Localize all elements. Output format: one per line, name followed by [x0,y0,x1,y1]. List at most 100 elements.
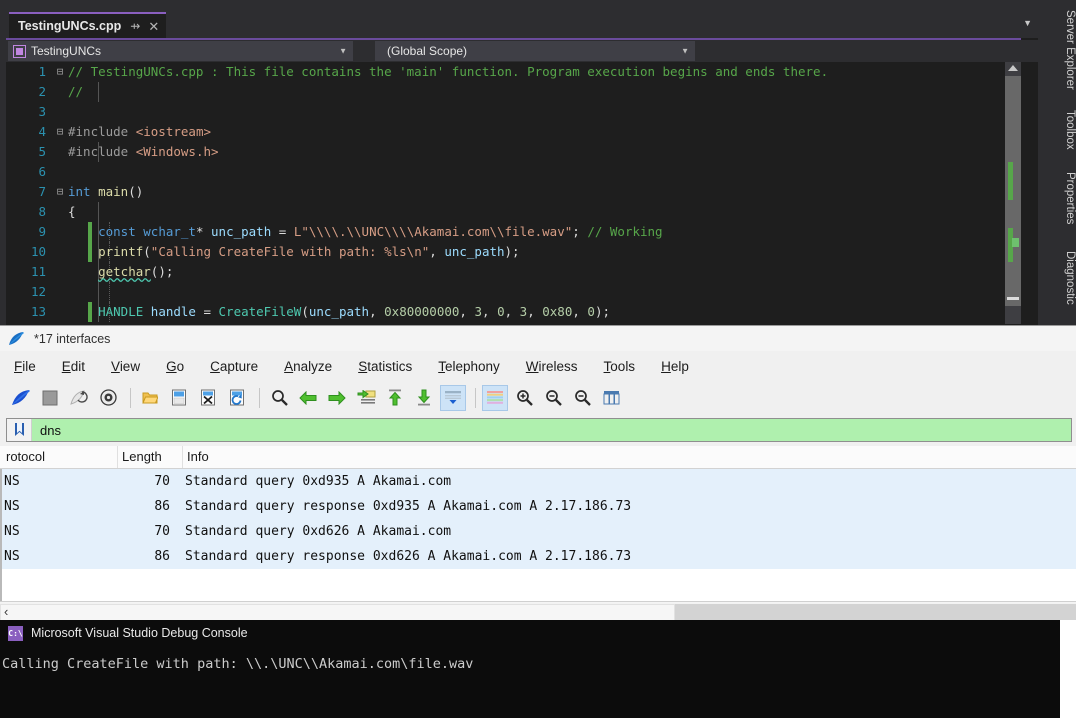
code-line: 4 ⊟#include <iostream> [6,122,1021,142]
vs-navigation-bar: TestingUNCs ▼ (Global Scope) ▼ [6,40,1076,62]
display-filter-input[interactable]: dns [6,418,1072,442]
cell-info: Standard query response 0xd626 A Akamai.… [185,544,631,569]
capture-options-icon[interactable] [95,385,121,411]
open-file-icon[interactable] [137,385,163,411]
vs-tab-bar: TestingUNCs.cpp ⇸ ✕ ▼ [6,12,1076,38]
scrollbar-thumb[interactable] [1005,76,1021,306]
scrollbar-track[interactable] [0,603,1076,620]
debug-console-window: C:\ Microsoft Visual Studio Debug Consol… [0,620,1076,718]
visual-studio-window: TestingUNCs.cpp ⇸ ✕ ▼ TestingUNCs ▼ (Glo… [0,0,1076,330]
tool-tab-diagnostic[interactable]: Diagnostic [1038,245,1076,305]
menu-wireless[interactable]: Wireless [526,359,578,374]
cell-length: 70 [120,519,170,544]
close-file-icon[interactable] [195,385,221,411]
restart-capture-icon[interactable] [66,385,92,411]
menu-capture[interactable]: Capture [210,359,258,374]
scroll-up-arrow-icon[interactable] [1008,65,1018,71]
menu-help[interactable]: Help [661,359,689,374]
code-line: 5#include <Windows.h> [6,142,1021,162]
tool-tab-toolbox[interactable]: Toolbox [1038,104,1076,150]
menu-telephony[interactable]: Telephony [438,359,500,374]
zoom-reset-icon[interactable] [569,385,595,411]
fold-guide-line [98,282,99,302]
line-number: 8 [6,202,46,222]
pin-icon[interactable]: ⇸ [130,20,140,32]
reload-file-icon[interactable] [224,385,250,411]
code-line: 8{ [6,202,1021,222]
wireshark-title-bar: *17 interfaces [0,326,1076,351]
resize-columns-icon[interactable] [598,385,624,411]
column-header-info[interactable]: Info [183,446,1074,468]
line-number: 12 [6,282,46,302]
cell-protocol: NS [4,494,20,519]
tool-window-tab-strip: Server Explorer Toolbox Properties Diagn… [1038,0,1076,330]
save-file-icon[interactable] [166,385,192,411]
toolbar-separator [475,388,476,408]
zoom-out-icon[interactable] [540,385,566,411]
line-number: 3 [6,102,46,122]
go-first-packet-icon[interactable] [382,385,408,411]
cell-length: 86 [120,494,170,519]
scrollbar-thumb[interactable] [0,604,675,621]
stop-capture-icon[interactable] [37,385,63,411]
code-text: #include <iostream> [68,122,211,142]
bookmark-icon[interactable] [7,419,32,441]
console-title-bar: C:\ Microsoft Visual Studio Debug Consol… [0,620,1076,646]
menu-tools[interactable]: Tools [604,359,636,374]
console-line: Calling CreateFile with path: \\.\UNC\\A… [2,654,1076,674]
auto-scroll-icon[interactable] [440,385,466,411]
menu-statistics[interactable]: Statistics [358,359,412,374]
editor-tab-testinguncs-cpp[interactable]: TestingUNCs.cpp ⇸ ✕ [9,12,166,38]
code-editor[interactable]: 1⊟// TestingUNCs.cpp : This file contain… [6,62,1021,324]
packet-list-horizontal-scrollbar[interactable]: ‹ [0,601,1076,622]
close-icon[interactable]: ✕ [148,20,159,33]
table-row[interactable]: NS70Standard query 0xd626 A Akamai.com [2,519,1076,544]
console-output[interactable]: Calling CreateFile with path: \\.\UNC\\A… [0,646,1076,718]
fold-toggle-icon[interactable]: ⊟ [54,182,66,202]
code-text: printf("Calling CreateFile with path: %l… [68,242,520,262]
line-number: 2 [6,82,46,102]
code-text: { [68,202,76,222]
column-header-protocol[interactable]: rotocol [2,446,118,468]
table-row[interactable]: NS86Standard query response 0xd935 A Aka… [2,494,1076,519]
line-number: 4 [6,122,46,142]
editor-vertical-scrollbar[interactable] [1005,62,1021,324]
code-text: getchar(); [68,262,173,282]
menu-go[interactable]: Go [166,359,184,374]
table-row[interactable]: NS70Standard query 0xd935 A Akamai.com [2,469,1076,494]
packet-list[interactable]: rotocol Length Info NS70Standard query 0… [0,446,1076,601]
chevron-down-icon[interactable]: ▼ [1023,18,1032,28]
cell-length: 70 [120,469,170,494]
go-back-icon[interactable] [295,385,321,411]
wireshark-toolbar [0,381,1076,414]
fold-toggle-icon[interactable]: ⊟ [54,62,66,82]
colorize-icon[interactable] [482,385,508,411]
zoom-in-icon[interactable] [511,385,537,411]
display-filter-bar: dns [0,414,1076,446]
menu-edit[interactable]: Edit [62,359,85,374]
menu-view[interactable]: View [111,359,140,374]
chevron-down-icon[interactable]: ▼ [681,47,689,56]
toolbar-separator [259,388,260,408]
menu-file[interactable]: File [14,359,36,374]
code-lines-container: 1⊟// TestingUNCs.cpp : This file contain… [6,62,1021,322]
chevron-down-icon[interactable]: ▼ [339,47,347,56]
go-last-packet-icon[interactable] [411,385,437,411]
project-dropdown[interactable]: TestingUNCs ▼ [8,41,353,61]
scope-dropdown[interactable]: (Global Scope) ▼ [375,41,695,61]
scroll-left-arrow-icon[interactable]: ‹ [4,602,8,621]
menu-analyze[interactable]: Analyze [284,359,332,374]
code-line: 11 getchar(); [6,262,1021,282]
go-forward-icon[interactable] [324,385,350,411]
go-to-packet-icon[interactable] [353,385,379,411]
scrollbar-track-right[interactable] [675,604,1076,621]
tool-tab-server-explorer[interactable]: Server Explorer [1038,4,1076,90]
start-capture-icon[interactable] [8,385,34,411]
find-packet-icon[interactable] [266,385,292,411]
fold-toggle-icon[interactable]: ⊟ [54,122,66,142]
table-row[interactable]: NS86Standard query response 0xd626 A Aka… [2,544,1076,569]
scope-dropdown-label: (Global Scope) [387,44,467,58]
code-line: 12 [6,282,1021,302]
column-header-length[interactable]: Length [118,446,183,468]
tool-tab-properties[interactable]: Properties [1038,166,1076,224]
